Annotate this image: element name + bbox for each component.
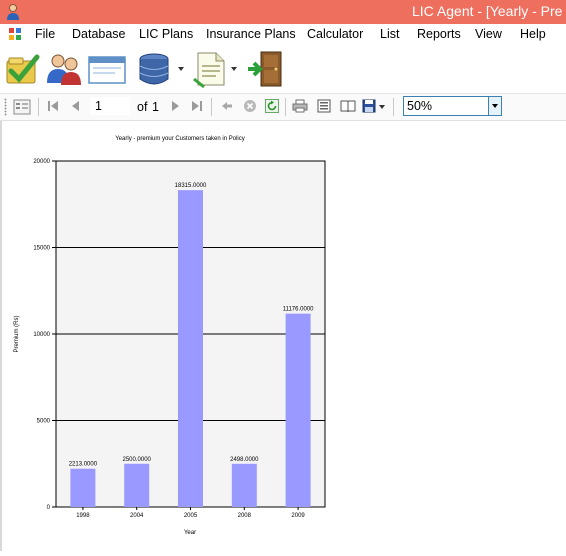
y-tick-label: 15000 bbox=[33, 246, 50, 252]
x-tick-label-2005: 2005 bbox=[184, 513, 198, 519]
save-icon[interactable] bbox=[362, 99, 378, 113]
report-preview-area[interactable]: 0 5000 10000 15000 20000 2213.0000 1998 2500.00… bbox=[0, 121, 566, 551]
zoom-dropdown-arrow-icon[interactable] bbox=[488, 97, 501, 115]
data-label-2004: 2500.0000 bbox=[123, 457, 152, 463]
data-label-1998: 2213.0000 bbox=[69, 462, 98, 468]
menu-lic-plans[interactable]: LIC Plans bbox=[139, 27, 193, 41]
group-tree-icon[interactable] bbox=[13, 99, 31, 115]
menu-list[interactable]: List bbox=[380, 27, 399, 41]
main-toolbar bbox=[0, 45, 566, 94]
x-tick-label-2008: 2008 bbox=[238, 513, 252, 519]
menu-calculator[interactable]: Calculator bbox=[307, 27, 363, 41]
database-icon[interactable] bbox=[136, 49, 176, 89]
data-label-2008: 2498.0000 bbox=[230, 457, 259, 463]
previous-page-icon[interactable] bbox=[69, 99, 83, 113]
document-icon[interactable] bbox=[190, 49, 230, 89]
menu-help[interactable]: Help bbox=[520, 27, 546, 41]
first-page-icon[interactable] bbox=[46, 99, 60, 113]
y-tick-label: 0 bbox=[47, 505, 51, 511]
page-setup-icon[interactable] bbox=[316, 99, 332, 113]
separator bbox=[285, 98, 286, 116]
x-tick-label-1998: 1998 bbox=[76, 513, 90, 519]
bar-2009 bbox=[285, 313, 311, 507]
data-label-2005: 18315.0000 bbox=[175, 183, 207, 189]
current-page-input[interactable] bbox=[90, 97, 130, 115]
menu-database[interactable]: Database bbox=[72, 27, 126, 41]
refresh-icon[interactable] bbox=[265, 99, 279, 113]
zoom-select[interactable]: 50% bbox=[403, 96, 502, 116]
total-pages-label: 1 bbox=[152, 100, 159, 114]
book-icon[interactable] bbox=[340, 99, 356, 113]
bar-1998 bbox=[70, 468, 96, 507]
premium-bar-chart: 0 5000 10000 15000 20000 2213.0000 1998 2500.00… bbox=[14, 136, 326, 536]
toolbar-grip[interactable] bbox=[4, 98, 7, 116]
separator bbox=[393, 98, 394, 116]
next-page-icon[interactable] bbox=[168, 99, 182, 113]
y-tick-label: 5000 bbox=[37, 419, 51, 425]
document-dropdown-arrow-icon[interactable] bbox=[231, 67, 237, 71]
users-icon[interactable] bbox=[44, 49, 84, 89]
print-icon[interactable] bbox=[292, 99, 308, 113]
stop-icon[interactable] bbox=[243, 99, 257, 113]
back-arrow-icon[interactable] bbox=[220, 99, 234, 113]
title-bar: LIC Agent - [Yearly - Pre bbox=[0, 0, 566, 24]
bar-2004 bbox=[124, 463, 150, 507]
data-label-2009: 11176.0000 bbox=[283, 307, 314, 313]
x-tick-label-2004: 2004 bbox=[130, 513, 144, 519]
mdi-child-icon[interactable] bbox=[8, 27, 22, 41]
preview-left-border bbox=[0, 121, 2, 551]
menu-file[interactable]: File bbox=[35, 27, 55, 41]
menu-reports[interactable]: Reports bbox=[417, 27, 461, 41]
database-dropdown-arrow-icon[interactable] bbox=[178, 67, 184, 71]
report-toolbar: of 1 50% bbox=[0, 94, 566, 121]
y-tick-label: 20000 bbox=[33, 159, 50, 165]
exit-door-icon[interactable] bbox=[245, 49, 287, 89]
window-title: LIC Agent - [Yearly - Pre bbox=[412, 3, 563, 19]
bar-2005 bbox=[178, 190, 203, 507]
y-tick-label: 10000 bbox=[33, 332, 50, 338]
zoom-value: 50% bbox=[407, 99, 433, 113]
x-tick-label-2009: 2009 bbox=[291, 513, 305, 519]
menu-bar: File Database LIC Plans Insurance Plans … bbox=[0, 24, 566, 45]
separator bbox=[211, 98, 212, 116]
of-label: of bbox=[137, 100, 148, 114]
x-axis-label: Year bbox=[184, 530, 196, 536]
y-axis-label: Premium (Rs) bbox=[14, 315, 20, 352]
separator bbox=[38, 98, 39, 116]
menu-insurance-plans[interactable]: Insurance Plans bbox=[206, 27, 296, 41]
save-dropdown-arrow-icon[interactable] bbox=[379, 105, 385, 109]
app-person-icon bbox=[7, 4, 19, 20]
approve-check-icon[interactable] bbox=[3, 49, 43, 89]
bar-2008 bbox=[231, 463, 257, 507]
menu-view[interactable]: View bbox=[475, 27, 502, 41]
chart-title: Yearly - premium your Customers taken in… bbox=[115, 136, 245, 142]
window-form-icon[interactable] bbox=[86, 49, 128, 89]
last-page-icon[interactable] bbox=[190, 99, 204, 113]
